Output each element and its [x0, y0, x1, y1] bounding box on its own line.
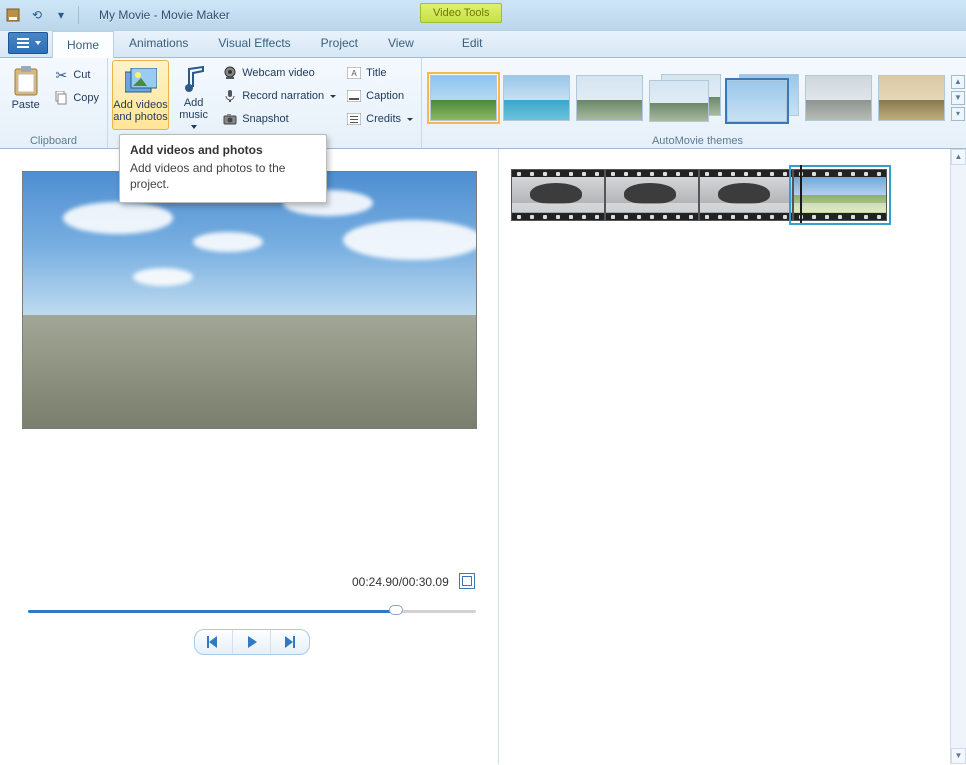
- credits-label: Credits: [366, 113, 401, 125]
- group-automovie-themes: ▲ ▼ ▾ AutoMovie themes: [422, 58, 966, 148]
- tab-animations[interactable]: Animations: [114, 30, 203, 57]
- record-label: Record narration: [242, 90, 324, 102]
- preview-monitor[interactable]: [22, 171, 477, 429]
- caption-label: Caption: [366, 90, 404, 102]
- theme-scroll-more[interactable]: ▾: [951, 107, 965, 121]
- add-music-button[interactable]: Add music: [171, 60, 216, 130]
- photos-icon: [125, 65, 157, 97]
- tab-project[interactable]: Project: [306, 30, 373, 57]
- tab-visual-effects[interactable]: Visual Effects: [203, 30, 305, 57]
- theme-thumb-3[interactable]: [576, 75, 643, 121]
- theme-thumb-7[interactable]: [878, 75, 945, 121]
- music-note-icon: [178, 65, 210, 95]
- window-title: My Movie - Movie Maker: [99, 8, 230, 22]
- title-button[interactable]: A Title: [342, 62, 417, 84]
- chevron-down-icon: [191, 125, 197, 129]
- tab-edit[interactable]: Edit: [447, 30, 498, 57]
- record-narration-button[interactable]: Record narration: [218, 85, 340, 107]
- seek-slider[interactable]: [28, 607, 476, 615]
- seek-thumb[interactable]: [389, 605, 403, 615]
- preview-pane: 00:24.90/00:30.09: [0, 149, 498, 764]
- theme-thumb-6[interactable]: [805, 75, 872, 121]
- timeline-clip[interactable]: [511, 169, 605, 221]
- timeline-playhead[interactable]: [800, 165, 802, 223]
- paste-label: Paste: [12, 99, 40, 111]
- theme-scroll-up[interactable]: ▲: [951, 75, 965, 89]
- group-label-themes: AutoMovie themes: [426, 133, 966, 148]
- snapshot-button[interactable]: Snapshot: [218, 108, 340, 130]
- workspace: 00:24.90/00:30.09: [0, 149, 966, 764]
- title-label: Title: [366, 67, 386, 79]
- contextual-tab-videotools[interactable]: Video Tools: [420, 3, 502, 23]
- qat-customize-icon[interactable]: ▾: [52, 6, 70, 24]
- microphone-icon: [222, 88, 238, 104]
- scroll-up-icon[interactable]: ▲: [951, 149, 966, 165]
- cut-label: Cut: [73, 69, 90, 81]
- play-button[interactable]: [233, 630, 271, 654]
- timeline-clips: [511, 169, 954, 221]
- caption-icon: [346, 88, 362, 104]
- tooltip-title: Add videos and photos: [130, 143, 316, 157]
- titlebar: ⟲ ▾ My Movie - Movie Maker Video Tools: [0, 0, 966, 30]
- webcam-icon: [222, 65, 238, 81]
- credits-button[interactable]: Credits: [342, 108, 417, 130]
- qat-undo-icon[interactable]: ⟲: [28, 6, 46, 24]
- next-frame-button[interactable]: [271, 630, 309, 654]
- clipboard-icon: [10, 65, 42, 97]
- theme-gallery: ▲ ▼ ▾: [426, 72, 966, 122]
- copy-icon: [53, 90, 69, 106]
- playback-controls: [194, 629, 310, 655]
- group-clipboard: Paste ✂ Cut Copy Clipboard: [0, 58, 108, 148]
- group-label-clipboard: Clipboard: [4, 133, 103, 148]
- tooltip-add-videos: Add videos and photos Add videos and pho…: [119, 134, 327, 203]
- timeline-clip-selected[interactable]: [793, 169, 887, 221]
- qat-save-icon[interactable]: [4, 6, 22, 24]
- theme-thumb-4[interactable]: [649, 74, 721, 122]
- svg-text:A: A: [351, 69, 357, 78]
- paste-button[interactable]: Paste: [4, 60, 47, 130]
- tab-view[interactable]: View: [373, 30, 429, 57]
- theme-thumb-2[interactable]: [503, 75, 570, 121]
- scissors-icon: ✂: [53, 67, 69, 83]
- timeline-clip[interactable]: [605, 169, 699, 221]
- tab-home[interactable]: Home: [52, 31, 114, 58]
- timeline-scrollbar[interactable]: ▲ ▼: [950, 149, 966, 764]
- chevron-down-icon: [330, 95, 336, 98]
- timeline-pane[interactable]: ▲ ▼: [498, 149, 966, 764]
- scroll-down-icon[interactable]: ▼: [951, 748, 966, 764]
- ribbon-tabs: Home Animations Visual Effects Project V…: [0, 30, 966, 58]
- tooltip-body: Add videos and photos to the project.: [130, 161, 316, 192]
- theme-scroll-down[interactable]: ▼: [951, 91, 965, 105]
- prev-frame-button[interactable]: [195, 630, 233, 654]
- chevron-down-icon: [35, 41, 41, 45]
- title-icon: A: [346, 65, 362, 81]
- timeline-clip[interactable]: [699, 169, 793, 221]
- add-music-label: Add music: [172, 97, 215, 121]
- chevron-down-icon: [407, 118, 413, 121]
- webcam-label: Webcam video: [242, 67, 315, 79]
- snapshot-label: Snapshot: [242, 113, 288, 125]
- fullscreen-button[interactable]: [459, 573, 475, 589]
- theme-thumb-5[interactable]: [727, 74, 799, 122]
- preview-ground: [23, 315, 476, 428]
- file-menu-button[interactable]: [8, 32, 48, 54]
- credits-icon: [346, 111, 362, 127]
- timecode-display: 00:24.90/00:30.09: [352, 575, 449, 589]
- theme-gallery-scroll[interactable]: ▲ ▼ ▾: [951, 75, 965, 121]
- add-videos-label: Add videos and photos: [113, 99, 168, 123]
- camera-icon: [222, 111, 238, 127]
- copy-label: Copy: [73, 92, 99, 104]
- webcam-video-button[interactable]: Webcam video: [218, 62, 340, 84]
- add-videos-photos-button[interactable]: Add videos and photos: [112, 60, 169, 130]
- cut-button[interactable]: ✂ Cut: [49, 64, 103, 86]
- qat-separator: [78, 6, 79, 24]
- caption-button[interactable]: Caption: [342, 85, 417, 107]
- copy-button[interactable]: Copy: [49, 87, 103, 109]
- theme-thumb-1[interactable]: [430, 75, 497, 121]
- seek-progress: [28, 610, 395, 613]
